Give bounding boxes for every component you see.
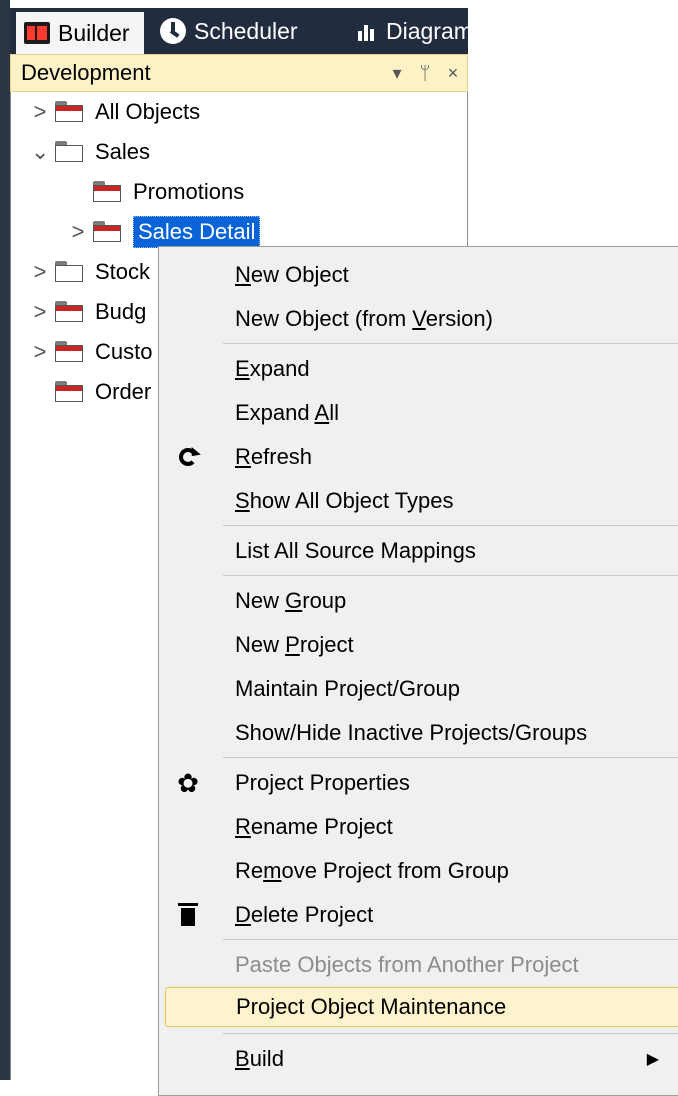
tree-item-all-objects[interactable]: > All Objects (31, 94, 201, 130)
menu-item-rename-project[interactable]: Rename Project (159, 807, 678, 847)
tab-diagram-label: Diagram (386, 17, 468, 44)
tree-item-label: Order (95, 379, 152, 404)
tab-diagram[interactable]: Diagram (350, 8, 468, 54)
close-icon[interactable]: × (439, 63, 467, 84)
menu-item-new-group[interactable]: New Group (159, 581, 678, 621)
tree-item-label: Sales (95, 139, 151, 164)
menu-item-remove-project-from-group[interactable]: Remove Project from Group (159, 851, 678, 891)
panel-header: Development ▾ ᛘ × (10, 54, 468, 92)
pin-icon[interactable]: ᛘ (411, 63, 439, 84)
menu-item-label: Build (235, 1046, 284, 1071)
expand-chevron-icon[interactable]: > (69, 219, 87, 245)
tab-builder[interactable]: Builder (16, 12, 144, 54)
expand-chevron-icon[interactable]: > (31, 339, 49, 365)
bar-chart-icon (358, 21, 378, 41)
tree-item-sales-detail[interactable]: > Sales Detail (69, 214, 261, 250)
project-folder-icon (93, 181, 123, 203)
group-folder-icon (55, 261, 85, 283)
menu-separator (223, 939, 678, 940)
project-folder-icon (93, 221, 123, 243)
tree-item-label: All Objects (95, 99, 201, 124)
project-folder-icon (55, 341, 85, 363)
menu-item-label: Delete Project (235, 902, 374, 927)
menu-separator (223, 343, 678, 344)
left-window-edge (0, 0, 10, 1080)
tree-item-label: Custo (95, 339, 153, 364)
tab-builder-label: Builder (58, 19, 130, 46)
menu-item-label: List All Source Mappings (235, 538, 476, 563)
expand-chevron-icon[interactable]: > (31, 259, 49, 285)
dropdown-icon[interactable]: ▾ (383, 63, 411, 84)
menu-item-label: Expand (235, 356, 310, 381)
menu-item-expand-all[interactable]: Expand All (159, 393, 678, 433)
menu-item-show-hide-inactive[interactable]: Show/Hide Inactive Projects/Groups (159, 713, 678, 753)
collapse-chevron-icon[interactable]: ⌄ (31, 139, 49, 165)
tree-item-label: Stock (95, 259, 151, 284)
menu-separator (223, 757, 678, 758)
menu-item-label: Paste Objects from Another Project (235, 952, 579, 977)
menu-item-label: New Group (235, 588, 347, 613)
menu-item-refresh[interactable]: Refresh (159, 437, 678, 477)
menu-item-label: New Object (from Version) (235, 306, 493, 331)
menu-item-label: New Project (235, 632, 354, 657)
tree-item-label: Promotions (133, 179, 245, 204)
tree-item-stock[interactable]: > Stock (31, 254, 150, 290)
context-menu: New Object New Object (from Version) Exp… (158, 246, 678, 1096)
menu-item-build[interactable]: Build ▶ (159, 1039, 678, 1079)
menu-item-label: New Object (235, 262, 349, 287)
menu-item-new-project[interactable]: New Project (159, 625, 678, 665)
menu-item-label: Show/Hide Inactive Projects/Groups (235, 720, 588, 745)
menu-separator (223, 1033, 678, 1034)
tab-strip: Builder Scheduler Diagram (10, 8, 468, 54)
menu-item-paste-objects: Paste Objects from Another Project (159, 945, 678, 985)
menu-item-project-properties[interactable]: ✿ Project Properties (159, 763, 678, 803)
tab-scheduler[interactable]: Scheduler (152, 8, 342, 54)
builder-icon (24, 22, 50, 44)
menu-item-label: Project Properties (235, 770, 410, 795)
menu-item-label: Show All Object Types (235, 488, 454, 513)
menu-item-label: Remove Project from Group (235, 858, 509, 883)
project-folder-icon (55, 381, 85, 403)
expand-chevron-icon[interactable]: > (31, 299, 49, 325)
tree-item-label-selected: Sales Detail (133, 216, 261, 248)
menu-item-label: Maintain Project/Group (235, 676, 460, 701)
menu-item-expand[interactable]: Expand (159, 349, 678, 389)
clock-icon (160, 18, 186, 44)
tree-item-label: Budg (95, 299, 147, 324)
tree-item-budget[interactable]: > Budg (31, 294, 147, 330)
trash-icon (173, 900, 203, 930)
menu-item-new-object[interactable]: New Object (159, 255, 678, 295)
tree-item-promotions[interactable]: Promotions (69, 174, 244, 210)
menu-item-label: Refresh (235, 444, 313, 469)
menu-separator (223, 575, 678, 576)
group-folder-icon (55, 141, 85, 163)
project-folder-icon (55, 101, 85, 123)
gear-icon: ✿ (177, 768, 199, 798)
menu-separator (223, 525, 678, 526)
menu-item-label: Rename Project (235, 814, 393, 839)
menu-item-project-object-maintenance[interactable]: Project Object Maintenance (165, 987, 678, 1027)
menu-item-label: Expand All (235, 400, 339, 425)
project-folder-icon (55, 301, 85, 323)
tab-scheduler-label: Scheduler (194, 17, 298, 44)
submenu-arrow-icon: ▶ (646, 1051, 659, 1068)
menu-item-list-all-source-mappings[interactable]: List All Source Mappings (159, 531, 678, 571)
tree-item-customer[interactable]: > Custo (31, 334, 153, 370)
panel-title: Development (21, 60, 151, 85)
tree-item-sales[interactable]: ⌄ Sales (31, 134, 150, 170)
refresh-icon (173, 442, 203, 472)
menu-item-maintain-project-group[interactable]: Maintain Project/Group (159, 669, 678, 709)
menu-item-show-all-object-types[interactable]: Show All Object Types (159, 481, 678, 521)
menu-item-delete-project[interactable]: Delete Project (159, 895, 678, 935)
menu-item-new-object-from-version[interactable]: New Object (from Version) (159, 299, 678, 339)
expand-chevron-icon[interactable]: > (31, 99, 49, 125)
menu-item-label: Project Object Maintenance (236, 994, 507, 1019)
tree-item-order[interactable]: Order (31, 374, 151, 410)
